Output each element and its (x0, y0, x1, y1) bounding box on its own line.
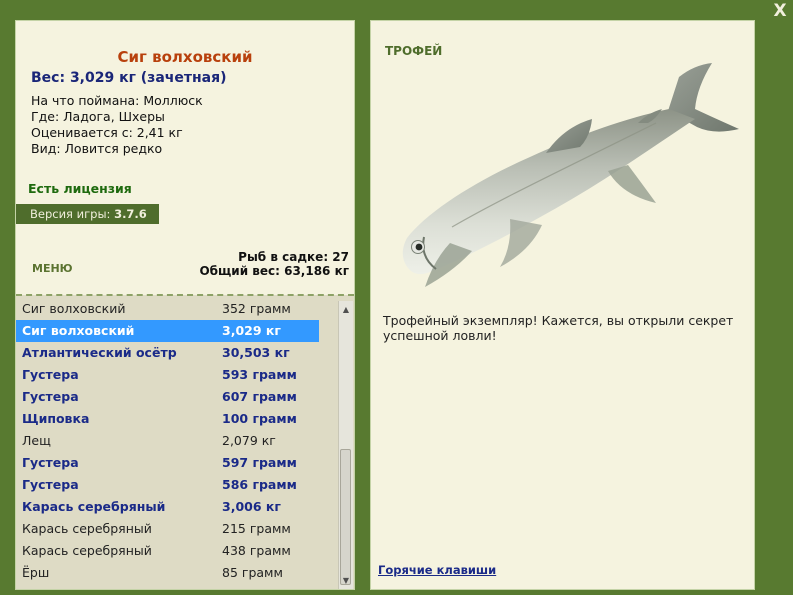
list-item[interactable]: Густера 593 грамм (16, 364, 339, 386)
list-item-name: Густера (22, 367, 79, 382)
list-item-weight: 3,029 кг (222, 323, 281, 338)
list-item-name: Густера (22, 389, 79, 404)
list-item-weight: 352 грамм (222, 301, 291, 316)
divider (16, 294, 354, 296)
fish-location: Где: Ладога, Шхеры (31, 109, 165, 124)
list-item-weight: 85 грамм (222, 565, 283, 580)
total-weight: Общий вес: 63,186 кг (199, 264, 349, 278)
list-item[interactable]: Ёрш 85 грамм (16, 562, 339, 584)
list-item-weight: 607 грамм (222, 389, 297, 404)
list-item-name: Карась серебряный (22, 521, 152, 536)
list-item[interactable]: Атлантический осётр 30,503 кг (16, 342, 339, 364)
list-item-weight: 597 грамм (222, 455, 297, 470)
list-item-weight: 100 грамм (222, 411, 297, 426)
list-item[interactable]: Густера 586 грамм (16, 474, 339, 496)
list-item-name: Карась серебряный (22, 543, 152, 558)
list-item-name: Лещ (22, 433, 51, 448)
list-item-name: Сиг волховский (22, 301, 126, 316)
list-item-name: Карась серебряный (22, 499, 166, 514)
license-status: Есть лицензия (28, 181, 132, 196)
list-item-name: Ёрш (22, 565, 50, 580)
list-item-weight: 438 грамм (222, 543, 291, 558)
menu-button[interactable]: МЕНЮ (32, 262, 73, 275)
fish-count: Рыб в садке: 27 (238, 250, 349, 264)
fish-weight: Вес: 3,029 кг (зачетная) (31, 70, 227, 86)
chevron-down-icon[interactable]: ▼ (339, 574, 353, 588)
fish-kind: Вид: Ловится редко (31, 141, 163, 156)
trophy-comment: Трофейный экземпляр! Кажется, вы открыли… (383, 313, 734, 343)
list-item-weight: 3,006 кг (222, 499, 281, 514)
right-panel: ТРОФЕЙ Трофейный экземпляр! Кажется, вы … (370, 20, 755, 590)
list-item[interactable]: Карась серебряный 3,006 кг (16, 496, 339, 518)
version-number: 3.7.6 (114, 207, 147, 221)
list-item[interactable]: Густера 607 грамм (16, 386, 339, 408)
catch-list[interactable]: Сиг волховский 352 грамм Сиг волховский 3,0… (16, 298, 339, 589)
list-item[interactable]: Сиг волховский 352 грамм (16, 298, 339, 320)
chevron-up-icon[interactable]: ▲ (339, 303, 353, 317)
version-label: Версия игры: (30, 207, 111, 221)
list-item[interactable]: Лещ 2,079 кг (16, 430, 339, 452)
scrollbar-thumb[interactable] (340, 449, 351, 585)
fish-bait: На что поймана: Моллюск (31, 93, 203, 108)
list-item-weight: 593 грамм (222, 367, 297, 382)
list-item-weight: 586 грамм (222, 477, 297, 492)
list-item[interactable]: Сиг волховский 3,029 кг (16, 320, 319, 342)
list-item-name: Щиповка (22, 411, 90, 426)
list-item[interactable]: Густера 597 грамм (16, 452, 339, 474)
list-item-name: Сиг волховский (22, 323, 135, 338)
list-item[interactable]: Карась серебряный 215 грамм (16, 518, 339, 540)
list-item[interactable]: Карась серебряный 438 грамм (16, 540, 339, 562)
fish-info-panel: Сиг волховский Вес: 3,029 кг (зачетная) … (16, 21, 354, 296)
list-item-weight: 30,503 кг (222, 345, 290, 360)
fish-value: Оценивается с: 2,41 кг (31, 125, 183, 140)
fish-title: Сиг волховский (117, 48, 253, 66)
version-bar: Версия игры: 3.7.6 (16, 204, 159, 224)
list-item-name: Густера (22, 455, 79, 470)
trophy-label: ТРОФЕЙ (385, 44, 443, 58)
hotkeys-link[interactable]: Горячие клавиши (378, 563, 496, 577)
list-item-weight: 2,079 кг (222, 433, 276, 448)
left-panel: Сиг волховский Вес: 3,029 кг (зачетная) … (15, 20, 355, 590)
list-item[interactable]: Щиповка 100 грамм (16, 408, 339, 430)
fish-illustration (402, 63, 739, 287)
list-item-weight: 215 грамм (222, 521, 291, 536)
list-item-name: Атлантический осётр (22, 345, 177, 360)
list-scrollbar[interactable]: ▲ ▼ (338, 301, 353, 589)
list-item-name: Густера (22, 477, 79, 492)
close-icon[interactable]: X (771, 2, 789, 20)
